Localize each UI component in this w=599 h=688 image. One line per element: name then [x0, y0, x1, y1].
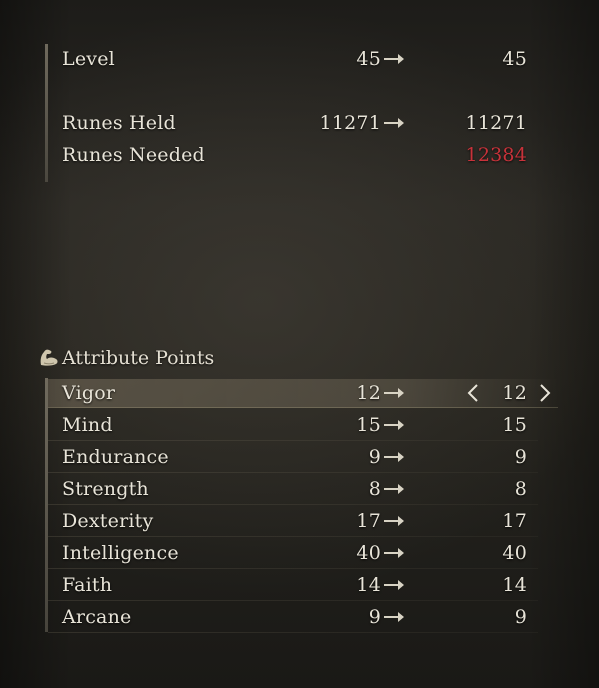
- runes-held-label: Runes Held: [62, 112, 176, 134]
- attribute-row-endurance[interactable]: Endurance 9 9: [48, 443, 538, 473]
- level-next: 45: [502, 48, 527, 70]
- attribute-label: Arcane: [62, 606, 132, 628]
- attribute-label: Vigor: [62, 382, 116, 404]
- runes-needed-label: Runes Needed: [62, 144, 205, 166]
- flexed-arm-icon: [38, 347, 60, 367]
- right-arrow-icon: [384, 54, 404, 64]
- attribute-current: 40: [356, 542, 381, 564]
- right-arrow-icon: [384, 388, 404, 398]
- attribute-current: 12: [356, 382, 381, 404]
- attribute-current: 15: [356, 414, 381, 436]
- attribute-label: Mind: [62, 414, 113, 436]
- attribute-current: 9: [368, 606, 381, 628]
- right-arrow-icon: [384, 118, 404, 128]
- attribute-label: Endurance: [62, 446, 169, 468]
- right-arrow-icon: [384, 452, 404, 462]
- runes-held-next: 11271: [465, 112, 527, 134]
- attribute-label: Faith: [62, 574, 113, 596]
- attribute-label: Intelligence: [62, 542, 179, 564]
- level-label: Level: [62, 48, 115, 70]
- attribute-current: 14: [356, 574, 381, 596]
- attribute-label: Dexterity: [62, 510, 154, 532]
- attribute-next: 8: [514, 478, 527, 500]
- chevron-right-icon[interactable]: [538, 379, 552, 407]
- attribute-current: 8: [368, 478, 381, 500]
- right-arrow-icon: [384, 420, 404, 430]
- attribute-current: 9: [368, 446, 381, 468]
- attribute-next: 9: [514, 446, 527, 468]
- attribute-next: 14: [502, 574, 527, 596]
- runes-held-current: 11271: [319, 112, 381, 134]
- attribute-row-intelligence[interactable]: Intelligence 40 40: [48, 539, 538, 569]
- chevron-left-icon[interactable]: [466, 379, 480, 407]
- attribute-next: 15: [502, 414, 527, 436]
- attribute-next: 9: [514, 606, 527, 628]
- attribute-row-arcane[interactable]: Arcane 9 9: [48, 603, 538, 633]
- summary-divider: [45, 44, 48, 182]
- right-arrow-icon: [384, 548, 404, 558]
- attribute-row-strength[interactable]: Strength 8 8: [48, 475, 538, 505]
- attribute-row-vigor[interactable]: Vigor 12 12: [48, 379, 558, 408]
- attribute-next: 40: [502, 542, 527, 564]
- right-arrow-icon: [384, 484, 404, 494]
- right-arrow-icon: [384, 516, 404, 526]
- attribute-label: Strength: [62, 478, 149, 500]
- attribute-points-heading: Attribute Points: [38, 344, 214, 372]
- attribute-current: 17: [356, 510, 381, 532]
- runes-held-row: Runes Held 11271 11271: [62, 109, 532, 137]
- attributes-divider: [45, 378, 48, 632]
- runes-needed-row: Runes Needed 12384: [62, 141, 532, 169]
- attribute-row-faith[interactable]: Faith 14 14: [48, 571, 538, 601]
- attribute-row-mind[interactable]: Mind 15 15: [48, 411, 538, 441]
- level-current: 45: [356, 48, 381, 70]
- right-arrow-icon: [384, 580, 404, 590]
- attribute-row-dexterity[interactable]: Dexterity 17 17: [48, 507, 538, 537]
- runes-needed-value: 12384: [465, 144, 527, 166]
- attribute-next: 17: [502, 510, 527, 532]
- attribute-points-label: Attribute Points: [62, 347, 215, 369]
- attribute-next: 12: [502, 382, 527, 404]
- level-row: Level 45 45: [62, 45, 532, 73]
- right-arrow-icon: [384, 612, 404, 622]
